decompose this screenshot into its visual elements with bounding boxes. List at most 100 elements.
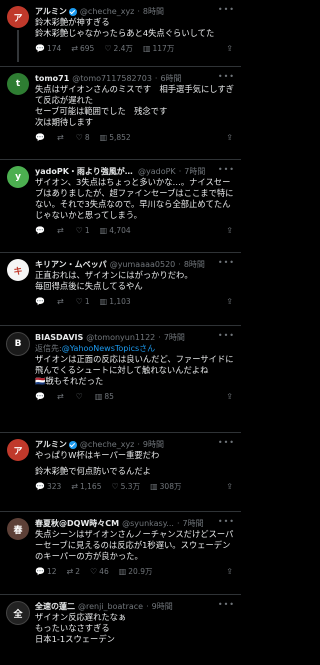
avatar[interactable]: y: [7, 166, 29, 188]
post-time[interactable]: 7時間: [184, 167, 205, 177]
share-button[interactable]: ⇪: [226, 44, 235, 53]
author-handle[interactable]: @cheche_xyz: [80, 440, 134, 450]
author-handle[interactable]: @syunkasy...: [122, 519, 174, 529]
like-count: 5.3万: [120, 481, 141, 491]
author-handle[interactable]: @yumaaaa0520: [110, 260, 176, 270]
views-button[interactable]: ▥ 308万: [150, 481, 181, 492]
tweet-item[interactable]: ア アルミン @cheche_xyz · 8時間 ••• 鈴木彩艶が神すぎる 鈴…: [0, 0, 241, 67]
dot-separator: ·: [178, 259, 181, 269]
more-options-icon[interactable]: •••: [218, 165, 235, 174]
dot-separator: ·: [137, 439, 140, 449]
like-button[interactable]: ♡ 1: [76, 226, 90, 235]
post-time[interactable]: 9時間: [152, 602, 173, 612]
views-button[interactable]: ▥ 117万: [143, 43, 174, 54]
views-button[interactable]: ▥ 85: [95, 392, 114, 401]
tweet-item[interactable]: キ キリアン・ムベッパ @yumaaaa0520 · 8時間 ••• 正直おれは…: [0, 253, 241, 326]
reply-button[interactable]: 💬 323: [35, 482, 61, 491]
retweet-button[interactable]: ⇄: [57, 297, 66, 306]
more-options-icon[interactable]: •••: [218, 600, 235, 609]
retweet-button[interactable]: ⇄: [57, 133, 66, 142]
reply-prefix: 返信先:: [35, 344, 62, 353]
author-name[interactable]: yadoPK・雨より強風がいやな家: [35, 167, 135, 177]
views-button[interactable]: ▥ 5,852: [100, 133, 131, 142]
like-button[interactable]: ♡ 1: [76, 297, 90, 306]
share-button[interactable]: ⇪: [226, 297, 235, 306]
share-button[interactable]: ⇪: [226, 392, 235, 401]
tweet-item[interactable]: t tomo71 @tomo7117582703 · 6時間 ••• 失点はザイ…: [0, 67, 241, 160]
post-time[interactable]: 6時間: [160, 74, 181, 84]
heart-icon: ♡: [104, 43, 112, 53]
post-time[interactable]: 9時間: [143, 440, 164, 450]
heart-icon: ♡: [90, 566, 98, 576]
more-options-icon[interactable]: •••: [218, 72, 235, 81]
retweet-button[interactable]: ⇄: [57, 392, 66, 401]
author-name[interactable]: BIASDAVIS: [35, 333, 83, 343]
tweet-item[interactable]: ア アルミン @cheche_xyz · 9時間 ••• やっぱりW杯はキーパー…: [0, 433, 241, 512]
avatar[interactable]: キ: [7, 259, 29, 281]
views-button[interactable]: ▥ 1,103: [100, 297, 131, 306]
retweet-button[interactable]: ⇄ 2: [67, 567, 80, 576]
reply-icon: 💬: [35, 566, 45, 576]
share-button[interactable]: ⇪: [226, 567, 235, 576]
avatar[interactable]: t: [7, 73, 29, 95]
views-count: 1,103: [109, 296, 131, 306]
share-icon: ⇪: [226, 225, 233, 235]
share-button[interactable]: ⇪: [226, 482, 235, 491]
avatar[interactable]: B: [6, 332, 30, 356]
share-button[interactable]: ⇪: [226, 226, 235, 235]
author-handle[interactable]: @renji_boatrace: [78, 602, 143, 612]
author-handle[interactable]: @yadoPK: [138, 167, 176, 177]
tweet-text-line: 鈴木彩艶で何点防いでるんだよ: [35, 466, 151, 476]
author-name[interactable]: アルミン: [35, 7, 67, 17]
tweet-item[interactable]: B BIASDAVIS @tomonyun1122 · 7時間 ••• 返信先:…: [0, 326, 241, 433]
views-button[interactable]: ▥ 4,704: [100, 226, 131, 235]
tweet-item[interactable]: 春 春夏秋@DQW時々CM @syunkasy... · 7時間 ••• 失点シ…: [0, 512, 241, 595]
like-button[interactable]: ♡: [76, 392, 85, 401]
retweet-button[interactable]: ⇄: [57, 226, 66, 235]
author-handle[interactable]: @cheche_xyz: [80, 7, 134, 17]
like-count: 46: [99, 566, 109, 576]
author-handle[interactable]: @tomo7117582703: [72, 74, 152, 84]
tweet-item[interactable]: y yadoPK・雨より強風がいやな家 @yadoPK · 7時間 ••• ザイ…: [0, 160, 241, 253]
retweet-button[interactable]: ⇄ 695: [71, 44, 94, 53]
more-options-icon[interactable]: •••: [218, 438, 235, 447]
heart-icon: ♡: [75, 296, 83, 306]
reply-count: 12: [46, 566, 57, 576]
author-name[interactable]: tomo71: [35, 74, 69, 84]
post-time[interactable]: 7時間: [182, 519, 203, 529]
author-name[interactable]: 春夏秋@DQW時々CM: [35, 519, 119, 529]
more-options-icon[interactable]: •••: [218, 258, 235, 267]
like-button[interactable]: ♡ 46: [90, 567, 109, 576]
post-time[interactable]: 8時間: [184, 260, 205, 270]
reply-button[interactable]: 💬: [35, 133, 47, 142]
avatar[interactable]: ア: [7, 6, 29, 28]
author-name[interactable]: アルミン: [35, 440, 67, 450]
reply-button[interactable]: 💬: [35, 297, 47, 306]
views-button[interactable]: ▥ 20.9万: [119, 566, 153, 577]
tweet-item[interactable]: 全 全速の蓮二 @renji_boatrace · 9時間 ••• ザイオン反応…: [0, 595, 241, 665]
dot-separator: ·: [154, 73, 158, 83]
more-options-icon[interactable]: •••: [218, 5, 235, 14]
author-name[interactable]: 全速の蓮二: [35, 602, 75, 612]
author-handle[interactable]: @tomonyun1122: [86, 333, 155, 343]
author-name[interactable]: キリアン・ムベッパ: [35, 260, 107, 270]
reply-button[interactable]: 💬 174: [35, 44, 61, 53]
more-options-icon[interactable]: •••: [218, 517, 235, 526]
post-time[interactable]: 8時間: [143, 7, 164, 17]
avatar[interactable]: ア: [7, 439, 29, 461]
more-options-icon[interactable]: •••: [218, 331, 235, 340]
reply-target-link[interactable]: @YahooNewsTopicsさん: [62, 344, 155, 353]
retweet-button[interactable]: ⇄ 1,165: [71, 482, 101, 491]
like-button[interactable]: ♡ 8: [76, 133, 90, 142]
share-button[interactable]: ⇪: [226, 133, 235, 142]
avatar[interactable]: 春: [7, 518, 29, 540]
like-button[interactable]: ♡ 2.4万: [104, 43, 133, 54]
like-button[interactable]: ♡ 5.3万: [111, 481, 140, 492]
reply-button[interactable]: 💬 12: [35, 567, 57, 576]
reply-button[interactable]: 💬: [35, 226, 47, 235]
retweet-icon: ⇄: [71, 43, 78, 53]
avatar[interactable]: 全: [6, 601, 30, 625]
views-count: 85: [104, 391, 114, 401]
reply-button[interactable]: 💬: [35, 392, 47, 401]
post-time[interactable]: 7時間: [164, 333, 185, 343]
